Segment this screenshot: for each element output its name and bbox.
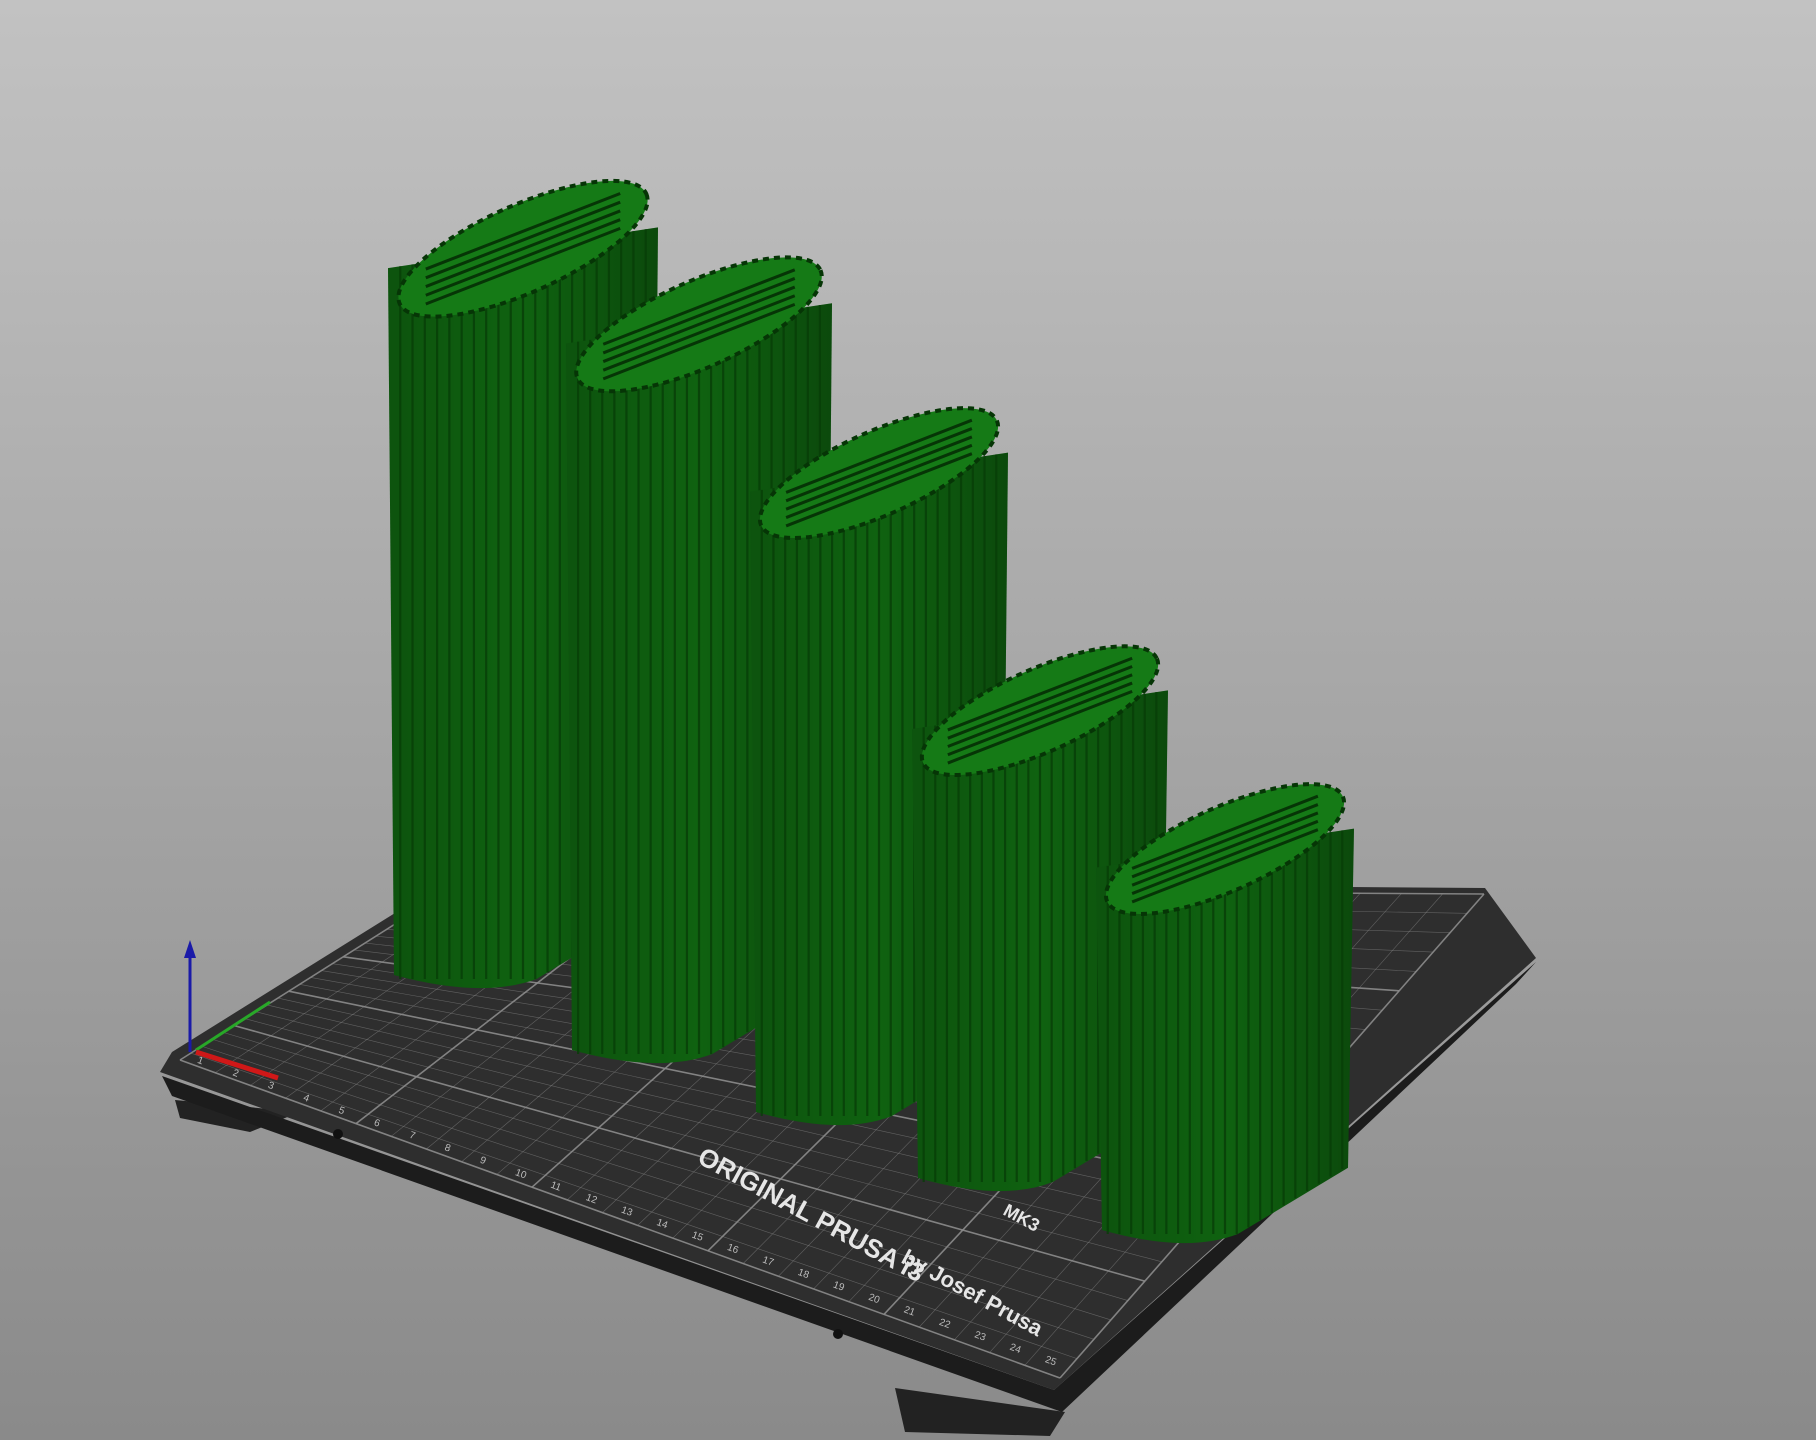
3d-scene[interactable]: 1234567891011121314151617181920212223242… <box>0 0 1816 1440</box>
bed-magnet-hole <box>833 1329 843 1339</box>
bed-magnet-hole <box>333 1129 343 1139</box>
3d-viewport[interactable]: 1 2 3 4 5 6 7 8 9 10 11 12 13 14 15 16 17 18 19 20 21 22 23 24 2… <box>0 0 1816 1440</box>
